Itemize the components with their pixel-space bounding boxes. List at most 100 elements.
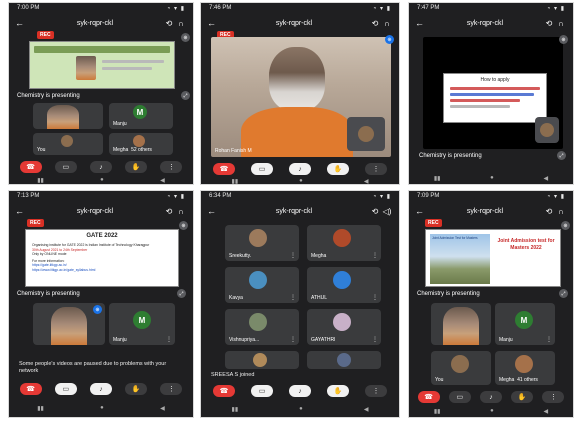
present-button[interactable]: ▭ <box>54 383 77 395</box>
back-arrow-icon[interactable]: ← <box>415 206 427 216</box>
raise-hand-button[interactable]: ✋ <box>327 385 349 397</box>
nav-recent-icon[interactable]: ▮▮ <box>434 408 441 415</box>
present-button[interactable]: ▭ <box>448 391 471 403</box>
more-button[interactable]: ⋮ <box>365 385 387 397</box>
participant-tile[interactable]: GAYATHRI ⋮ <box>307 309 381 345</box>
participant-tile[interactable]: Vishnupriya... ⋮ <box>225 309 299 345</box>
expand-icon[interactable]: ⤢ <box>559 289 568 298</box>
switch-camera-icon[interactable]: ⟲ <box>163 19 175 28</box>
nav-home-icon[interactable]: ● <box>100 177 104 183</box>
nav-back-icon[interactable]: ◀ <box>160 177 165 184</box>
speaker-icon[interactable]: ◁) <box>381 207 393 216</box>
participant-tile[interactable] <box>225 351 299 369</box>
meeting-code[interactable]: syk-rqpr-ckl <box>219 20 369 27</box>
participant-tile[interactable]: Kavya ⋮ <box>225 267 299 303</box>
end-call-button[interactable]: ☎ <box>19 383 42 395</box>
nav-home-icon[interactable]: ● <box>490 408 494 414</box>
participant-tile[interactable]: M Manju <box>109 103 173 129</box>
mic-toggle-button[interactable]: ♪ <box>479 391 502 403</box>
switch-camera-icon[interactable]: ⟲ <box>369 19 381 28</box>
raise-hand-button[interactable]: ✋ <box>125 161 148 173</box>
headphones-icon[interactable]: ∩ <box>175 207 187 216</box>
nav-home-icon[interactable]: ● <box>100 405 104 411</box>
more-icon[interactable]: ⋮ <box>372 336 378 343</box>
nav-home-icon[interactable]: ● <box>299 178 303 184</box>
switch-camera-icon[interactable]: ⟲ <box>543 19 555 28</box>
nav-recent-icon[interactable]: ▮▮ <box>37 405 44 412</box>
slide-link[interactable]: https://www.iitkgp.ac.in/gate_syllabus.h… <box>32 268 172 273</box>
headphones-icon[interactable]: ∩ <box>555 207 567 216</box>
expand-icon[interactable]: ⤢ <box>557 151 566 160</box>
participant-tile[interactable]: M Manju ⋮ <box>109 303 175 345</box>
participant-tile[interactable]: You <box>431 351 491 385</box>
headphones-icon[interactable]: ∩ <box>381 19 393 28</box>
pin-icon[interactable]: ⊕ <box>385 35 394 44</box>
nav-recent-icon[interactable]: ▮▮ <box>434 175 441 182</box>
nav-recent-icon[interactable]: ▮▮ <box>232 406 239 413</box>
participant-tile[interactable] <box>33 103 103 129</box>
participant-tile[interactable] <box>307 351 381 369</box>
participant-tile[interactable]: Megha ⋮ <box>307 225 381 261</box>
more-icon[interactable]: ⋮ <box>290 252 296 259</box>
pin-icon[interactable]: ⊕ <box>93 305 102 314</box>
more-icon[interactable]: ⋮ <box>166 336 172 343</box>
participant-tile[interactable]: ATHUL ⋮ <box>307 267 381 303</box>
nav-back-icon[interactable]: ◀ <box>364 178 369 185</box>
headphones-icon[interactable]: ∩ <box>555 19 567 28</box>
nav-recent-icon[interactable]: ▮▮ <box>232 178 239 185</box>
present-button[interactable]: ▭ <box>251 163 273 175</box>
back-arrow-icon[interactable]: ← <box>15 206 27 216</box>
switch-camera-icon[interactable]: ⟲ <box>369 207 381 216</box>
mic-toggle-button[interactable]: ♪ <box>289 163 311 175</box>
more-icon[interactable]: ⋮ <box>546 336 552 343</box>
participant-tile[interactable]: You <box>33 133 103 155</box>
end-call-button[interactable]: ☎ <box>19 161 42 173</box>
back-arrow-icon[interactable]: ← <box>207 206 219 216</box>
meeting-code[interactable]: syk-rqpr-ckl <box>219 208 369 215</box>
self-view-tile[interactable] <box>347 117 385 151</box>
participant-tile[interactable]: Megha 52 others <box>109 133 173 155</box>
nav-back-icon[interactable]: ◀ <box>364 406 369 413</box>
switch-camera-icon[interactable]: ⟲ <box>543 207 555 216</box>
meeting-code[interactable]: syk-rqpr-ckl <box>427 208 543 215</box>
meeting-code[interactable]: syk-rqpr-ckl <box>27 208 163 215</box>
meeting-code[interactable]: syk-rqpr-ckl <box>427 20 543 27</box>
expand-icon[interactable]: ⤢ <box>181 91 190 100</box>
more-icon[interactable]: ⋮ <box>290 294 296 301</box>
end-call-button[interactable]: ☎ <box>417 391 440 403</box>
switch-camera-icon[interactable]: ⟲ <box>163 207 175 216</box>
participant-tile[interactable]: ⊕ <box>33 303 105 345</box>
present-button[interactable]: ▭ <box>54 161 77 173</box>
present-button[interactable]: ▭ <box>251 385 273 397</box>
pin-icon[interactable]: ⊕ <box>179 221 188 230</box>
meeting-code[interactable]: syk-rqpr-ckl <box>27 20 163 27</box>
more-button[interactable]: ⋮ <box>160 383 183 395</box>
more-button[interactable]: ⋮ <box>160 161 183 173</box>
end-call-button[interactable]: ☎ <box>213 163 235 175</box>
end-call-button[interactable]: ☎ <box>213 385 235 397</box>
participant-tile[interactable] <box>431 303 491 345</box>
nav-back-icon[interactable]: ◀ <box>160 405 165 412</box>
mic-toggle-button[interactable]: ♪ <box>89 383 112 395</box>
more-icon[interactable]: ⋮ <box>290 336 296 343</box>
pin-icon[interactable]: ⊕ <box>559 35 568 44</box>
expand-icon[interactable]: ⤢ <box>177 289 186 298</box>
nav-back-icon[interactable]: ◀ <box>543 408 548 415</box>
nav-recent-icon[interactable]: ▮▮ <box>37 177 44 184</box>
more-button[interactable]: ⋮ <box>542 391 565 403</box>
back-arrow-icon[interactable]: ← <box>415 18 427 28</box>
more-icon[interactable]: ⋮ <box>372 294 378 301</box>
more-button[interactable]: ⋮ <box>365 163 387 175</box>
participant-tile[interactable]: Megha 41 others <box>495 351 555 385</box>
mic-toggle-button[interactable]: ♪ <box>89 161 112 173</box>
self-view-tile[interactable] <box>535 117 559 143</box>
nav-home-icon[interactable]: ● <box>490 175 494 181</box>
raise-hand-button[interactable]: ✋ <box>511 391 534 403</box>
pin-icon[interactable]: ⊕ <box>181 33 190 42</box>
back-arrow-icon[interactable]: ← <box>15 18 27 28</box>
raise-hand-button[interactable]: ✋ <box>125 383 148 395</box>
participant-tile[interactable]: M Manju ⋮ <box>495 303 555 345</box>
more-icon[interactable]: ⋮ <box>372 252 378 259</box>
nav-back-icon[interactable]: ◀ <box>543 175 548 182</box>
back-arrow-icon[interactable]: ← <box>207 18 219 28</box>
